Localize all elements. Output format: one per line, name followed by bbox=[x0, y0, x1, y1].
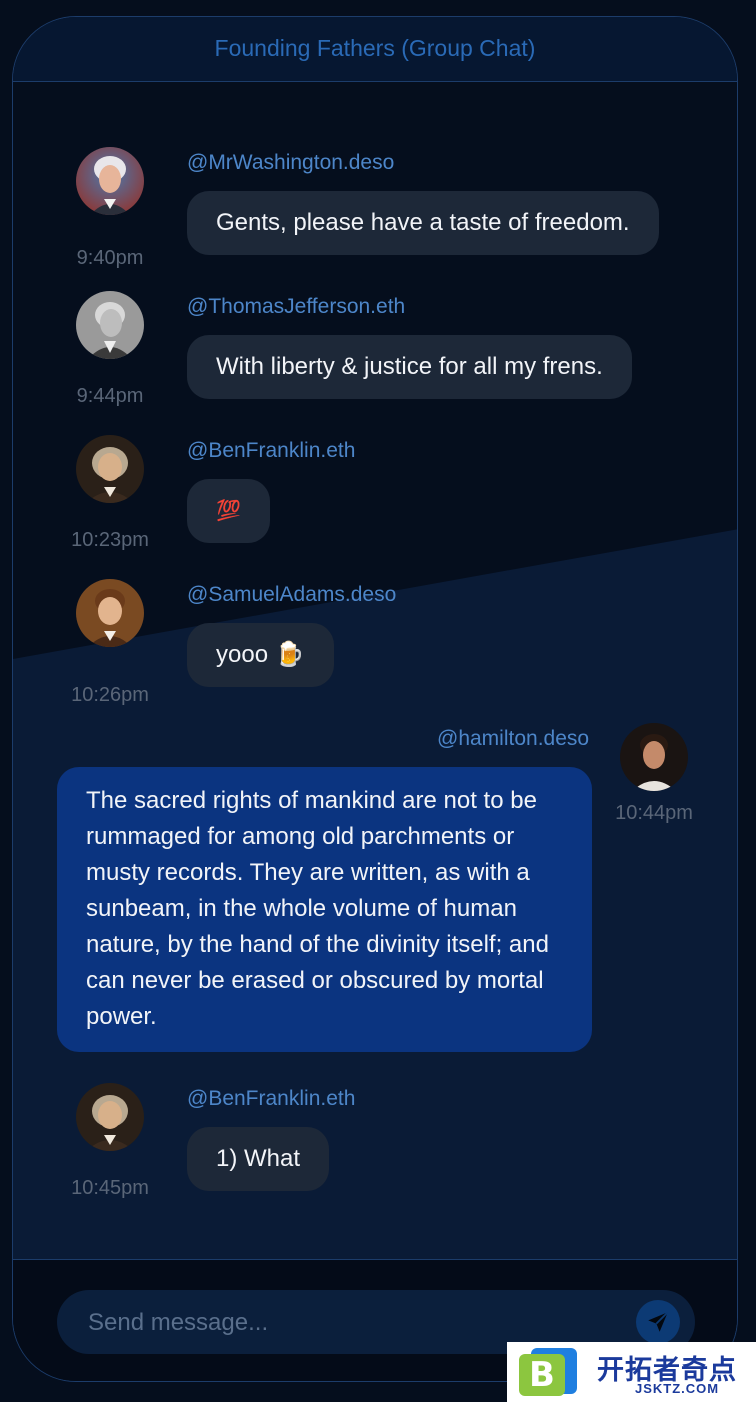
message-bubble: 1) What bbox=[187, 1127, 330, 1191]
message-bubble: With liberty & justice for all my frens. bbox=[187, 335, 632, 399]
message-time: 10:26pm bbox=[71, 684, 149, 706]
chat-title: Founding Fathers (Group Chat) bbox=[214, 34, 536, 61]
message-author[interactable]: @BenFranklin.eth bbox=[187, 1087, 355, 1111]
svg-text:B: B bbox=[529, 1355, 555, 1395]
message-time: 9:44pm bbox=[76, 385, 144, 407]
message-author[interactable]: @BenFranklin.eth bbox=[187, 439, 355, 463]
send-icon bbox=[645, 1309, 671, 1335]
message-time: 9:40pm bbox=[76, 247, 144, 269]
franklin-avatar[interactable] bbox=[76, 1083, 144, 1151]
franklin-avatar[interactable] bbox=[76, 435, 144, 503]
message-time: 10:45pm bbox=[71, 1177, 149, 1199]
adams-avatar[interactable] bbox=[76, 579, 144, 647]
message-bubble-own: The sacred rights of mankind are not to … bbox=[57, 767, 592, 1052]
message-time: 10:23pm bbox=[71, 529, 149, 551]
message-time: 10:44pm bbox=[615, 802, 693, 824]
message-author[interactable]: @ThomasJefferson.eth bbox=[187, 295, 405, 319]
watermark-text-en: JSKTZ.COM bbox=[635, 1381, 720, 1396]
washington-avatar[interactable] bbox=[76, 147, 144, 215]
message-author[interactable]: @hamilton.deso bbox=[437, 727, 589, 751]
hamilton-avatar[interactable] bbox=[620, 723, 688, 791]
jefferson-avatar[interactable] bbox=[76, 291, 144, 359]
message-author[interactable]: @MrWashington.deso bbox=[187, 151, 394, 175]
message-author[interactable]: @SamuelAdams.deso bbox=[187, 583, 396, 607]
message-bubble: 💯 bbox=[187, 479, 270, 543]
message-bubble: Gents, please have a taste of freedom. bbox=[187, 191, 659, 255]
message-bubble: yooo 🍺 bbox=[187, 623, 334, 687]
watermark-logo-icon: B bbox=[519, 1348, 577, 1396]
chat-window: Founding Fathers (Group Chat) 9:40pm @Mr… bbox=[12, 16, 738, 1382]
watermark: B 开拓者奇点 JSKTZ.COM bbox=[507, 1342, 756, 1402]
chat-header: Founding Fathers (Group Chat) bbox=[13, 17, 737, 82]
message-list[interactable]: 9:40pm @MrWashington.deso Gents, please … bbox=[13, 83, 737, 1259]
send-button[interactable] bbox=[636, 1300, 680, 1344]
